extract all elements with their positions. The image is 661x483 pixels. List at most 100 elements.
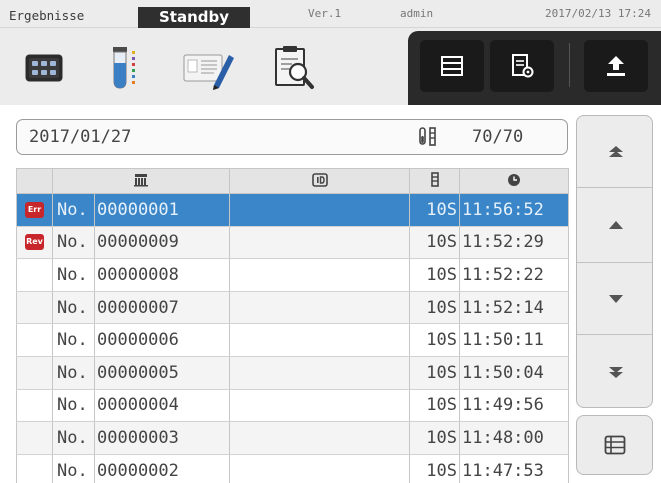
report-settings-icon [512,54,534,78]
first-page-button[interactable] [577,116,652,188]
id-icon [311,172,328,187]
table-row[interactable]: No. 00000007 10S 11:52:14 [16,291,569,325]
table-row[interactable]: Rev No. 00000009 10S 11:52:29 [16,226,569,260]
status-bar: Ergebnisse Standby Ver.1 admin 2017/02/1… [0,0,661,28]
report-settings-button[interactable] [490,40,554,92]
tube-type: 10S [409,421,460,455]
list-view-button[interactable] [420,40,484,92]
sample-number-icon [134,173,148,186]
sample-prefix: No. [52,226,95,260]
screen-title: Ergebnisse [9,8,85,23]
sample-prefix: No. [52,356,95,390]
list-view-icon [441,56,463,76]
sample-id [229,421,410,455]
list-button[interactable] [576,415,653,475]
edit-report-icon [183,54,234,90]
test-tube-icon [113,47,135,89]
tube-type-header[interactable] [409,168,460,194]
flag-cell [16,258,53,292]
sample-number: 00000003 [94,421,230,455]
upload-button[interactable] [584,40,648,92]
table-row[interactable]: No. 00000004 10S 11:49:56 [16,389,569,423]
flag-cell [16,389,53,423]
flag-cell: Rev [16,226,53,260]
plate-icon [25,54,63,82]
toolbar [0,28,661,105]
sample-number: 00000002 [94,454,230,483]
flag-cell: Err [16,193,53,227]
tube-type: 10S [409,389,460,423]
sample-id [229,291,410,325]
sample-number: 00000004 [94,389,230,423]
sample-prefix: No. [52,421,95,455]
sample-number: 00000009 [94,226,230,260]
sample-number: 00000007 [94,291,230,325]
flag-cell [16,421,53,455]
page-down-button[interactable] [577,263,652,335]
table-row[interactable]: No. 00000005 10S 11:50:04 [16,356,569,390]
state-badge: Standby [138,7,250,28]
tube-type: 10S [409,193,460,227]
action-panel [408,31,661,105]
sample-prefix: No. [52,258,95,292]
sample-id [229,258,410,292]
table-row[interactable]: No. 00000008 10S 11:52:22 [16,258,569,292]
tube-type: 10S [409,291,460,325]
table-row[interactable]: No. 00000003 10S 11:48:00 [16,421,569,455]
last-page-icon [608,367,623,378]
table-row[interactable]: No. 00000006 10S 11:50:11 [16,323,569,357]
sample-id [229,389,410,423]
tube-type: 10S [409,258,460,292]
sample-prefix: No. [52,193,95,227]
time-header[interactable] [459,168,569,194]
first-page-icon [608,145,623,157]
page-up-icon [608,221,623,229]
plate-button[interactable] [16,40,72,96]
tube-type: 10S [409,356,460,390]
datetime-label: 2017/02/13 17:24 [545,7,651,20]
flag-cell [16,454,53,483]
edit-report-button[interactable] [181,40,237,96]
tube-rack-icon [419,127,436,146]
table-row[interactable]: No. 00000002 10S 11:47:53 [16,454,569,483]
sample-number: 00000005 [94,356,230,390]
measure-time: 11:47:53 [459,454,569,483]
list-icon [604,435,625,455]
clock-icon [508,173,520,186]
tube-type: 10S [409,226,460,260]
search-report-icon [275,46,314,89]
tube-type: 10S [409,323,460,357]
batch-date: 2017/01/27 [29,127,132,147]
flag-cell [16,356,53,390]
sample-number: 00000006 [94,323,230,357]
sample-id [229,323,410,357]
id-header[interactable] [229,168,410,194]
table-row[interactable]: Err No. 00000001 10S 11:56:52 [16,193,569,227]
results-table: Err No. 00000001 10S 11:56:52 Rev No. 00000009 1… [16,168,569,483]
table-body: Err No. 00000001 10S 11:56:52 Rev No. 00000009 1… [16,193,569,483]
sample-id [229,226,410,260]
measure-time: 11:52:22 [459,258,569,292]
measure-time: 11:49:56 [459,389,569,423]
measure-time: 11:52:29 [459,226,569,260]
sample-number-header[interactable] [52,168,230,194]
sample-prefix: No. [52,454,95,483]
info-bar: 2017/01/27 70/70 [16,119,568,155]
measure-time: 11:52:14 [459,291,569,325]
search-report-button[interactable] [266,40,322,96]
sample-id [229,193,410,227]
sample-number: 00000008 [94,258,230,292]
sample-prefix: No. [52,389,95,423]
flag-cell [16,323,53,357]
page-up-button[interactable] [577,188,652,263]
tube-type: 10S [409,454,460,483]
measure-time: 11:48:00 [459,421,569,455]
measure-time: 11:50:11 [459,323,569,357]
tube-type-icon [430,171,439,187]
sample-prefix: No. [52,291,95,325]
last-page-button[interactable] [577,335,652,407]
sample-count: 70/70 [472,127,524,147]
page-navigation [576,115,653,408]
test-tube-button[interactable] [93,40,149,96]
flag-cell [16,291,53,325]
